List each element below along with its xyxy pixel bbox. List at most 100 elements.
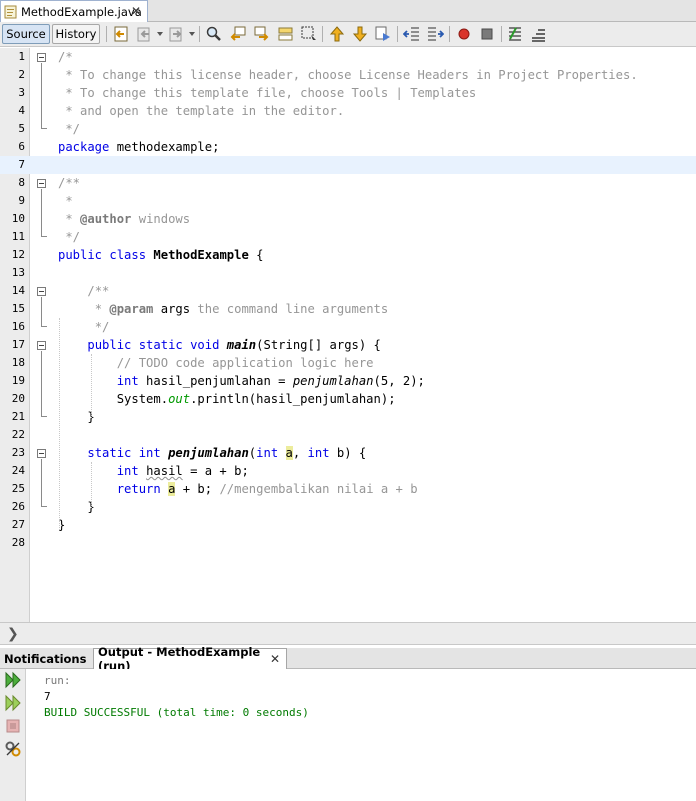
- toggle-rectangular-selection-icon[interactable]: [300, 25, 318, 43]
- editor-tab-methodexample[interactable]: MethodExample.java ✕: [0, 0, 148, 22]
- back-dropdown-icon[interactable]: [157, 32, 163, 36]
- output-settings-icon[interactable]: [4, 740, 22, 758]
- code-token: (String[] args) {: [256, 338, 381, 352]
- last-edit-icon[interactable]: [112, 25, 130, 43]
- fold-toggle-icon[interactable]: [37, 179, 46, 188]
- start-macro-recording-icon[interactable]: [455, 25, 473, 43]
- code-token: // TODO code application logic here: [116, 356, 374, 370]
- code-line[interactable]: 11 */: [0, 228, 696, 246]
- stop-icon[interactable]: [4, 717, 22, 735]
- code-line[interactable]: 28: [0, 534, 696, 552]
- code-line[interactable]: 13: [0, 264, 696, 282]
- line-number: 16: [11, 320, 25, 333]
- code-text: static int penjumlahan(int a, int b) {: [58, 444, 366, 462]
- code-line[interactable]: 19 int hasil_penjumlahan = penjumlahan(5…: [0, 372, 696, 390]
- code-line[interactable]: 23 static int penjumlahan(int a, int b) …: [0, 444, 696, 462]
- code-token: */: [58, 122, 81, 136]
- code-text: // TODO code application logic here: [58, 354, 374, 372]
- output-build-line: BUILD SUCCESSFUL (total time: 0 seconds): [44, 706, 309, 719]
- code-text: /**: [58, 282, 109, 300]
- code-line[interactable]: 10 * @author windows: [0, 210, 696, 228]
- code-line[interactable]: 7: [0, 156, 696, 174]
- forward-icon[interactable]: [168, 25, 186, 43]
- code-line[interactable]: 18 // TODO code application logic here: [0, 354, 696, 372]
- next-bookmark-icon[interactable]: [351, 25, 369, 43]
- code-line[interactable]: 4 * and open the template in the editor.: [0, 102, 696, 120]
- shift-line-left-icon[interactable]: [403, 25, 421, 43]
- code-line[interactable]: 6 package methodexample;: [0, 138, 696, 156]
- fold-toggle-icon[interactable]: [37, 53, 46, 62]
- rerun-icon[interactable]: [4, 671, 22, 689]
- code-token: out: [168, 392, 191, 406]
- code-line[interactable]: 9 *: [0, 192, 696, 210]
- code-line[interactable]: 21 }: [0, 408, 696, 426]
- source-view-button[interactable]: Source: [2, 24, 50, 44]
- code-line[interactable]: 22: [0, 426, 696, 444]
- stop-macro-recording-icon[interactable]: [478, 25, 496, 43]
- rerun-with-different-parameters-icon[interactable]: [4, 694, 22, 712]
- fold-guide: [41, 351, 42, 416]
- code-text: * and open the template in the editor.: [58, 102, 344, 120]
- code-line[interactable]: 24 int hasil = a + b;: [0, 462, 696, 480]
- code-token: hasil_penjumlahan =: [138, 374, 293, 388]
- code-text: * To change this license header, choose …: [58, 66, 637, 84]
- code-line[interactable]: 8 /**: [0, 174, 696, 192]
- code-line[interactable]: 14 /**: [0, 282, 696, 300]
- fold-toggle-icon[interactable]: [37, 341, 46, 350]
- back-icon[interactable]: [136, 25, 154, 43]
- code-line[interactable]: 1 /*: [0, 48, 696, 66]
- chevron-right-icon[interactable]: ❯: [7, 626, 19, 642]
- code-line[interactable]: 25 return a + b; //mengembalikan nilai a…: [0, 480, 696, 498]
- output-side-toolbar: [0, 669, 26, 801]
- line-number: 3: [18, 86, 25, 99]
- find-icon[interactable]: [205, 25, 223, 43]
- code-token: ,: [292, 446, 308, 460]
- forward-dropdown-icon[interactable]: [189, 32, 195, 36]
- close-tab-icon[interactable]: ✕: [131, 4, 141, 18]
- line-number: 8: [18, 176, 25, 189]
- code-line[interactable]: 26 }: [0, 498, 696, 516]
- code-line[interactable]: 5 */: [0, 120, 696, 138]
- code-token: *: [58, 194, 73, 208]
- toggle-highlight-icon[interactable]: [277, 25, 295, 43]
- code-token: args: [153, 302, 191, 316]
- code-editor[interactable]: 1 /* 2 * To change this license header, ch…: [0, 48, 696, 622]
- find-next-icon[interactable]: [253, 25, 271, 43]
- toggle-bookmark-icon[interactable]: [374, 25, 392, 43]
- code-text: int hasil = a + b;: [58, 462, 249, 480]
- code-line[interactable]: 20 System.out.println(hasil_penjumlahan)…: [0, 390, 696, 408]
- shift-line-right-icon[interactable]: [426, 25, 444, 43]
- toolbar-separator: [449, 26, 450, 42]
- code-line[interactable]: 12 public class MethodExample {: [0, 246, 696, 264]
- fold-toggle-icon[interactable]: [37, 287, 46, 296]
- tab-notifications[interactable]: Notifications: [0, 648, 92, 669]
- fold-guide: [41, 189, 42, 236]
- code-token: */: [58, 230, 81, 244]
- fold-guide: [41, 63, 42, 128]
- line-number: 23: [11, 446, 25, 459]
- output-console[interactable]: run: 7 BUILD SUCCESSFUL (total time: 0 s…: [27, 669, 696, 801]
- line-number: 1: [18, 50, 25, 63]
- previous-bookmark-icon[interactable]: [328, 25, 346, 43]
- code-line[interactable]: 15 * @param args the command line argume…: [0, 300, 696, 318]
- code-text: System.out.println(hasil_penjumlahan);: [58, 390, 396, 408]
- code-line[interactable]: 2 * To change this license header, choos…: [0, 66, 696, 84]
- tab-output[interactable]: Output - MethodExample (run) ✕: [93, 645, 287, 673]
- uncomment-icon[interactable]: [530, 25, 548, 43]
- comment-icon[interactable]: [507, 25, 525, 43]
- code-token: /**: [58, 176, 81, 190]
- code-token: a: [285, 446, 293, 460]
- code-line[interactable]: 17 public static void main(String[] args…: [0, 336, 696, 354]
- code-text: * @author windows: [58, 210, 190, 228]
- indent-guide: [91, 354, 92, 418]
- history-view-button[interactable]: History: [52, 24, 100, 44]
- fold-toggle-icon[interactable]: [37, 449, 46, 458]
- close-tab-icon[interactable]: ✕: [270, 652, 280, 666]
- find-previous-icon[interactable]: [229, 25, 247, 43]
- fold-guide: [41, 506, 47, 507]
- code-line[interactable]: 16 */: [0, 318, 696, 336]
- code-line[interactable]: 27}: [0, 516, 696, 534]
- code-line[interactable]: 3 * To change this template file, choose…: [0, 84, 696, 102]
- line-number: 15: [11, 302, 25, 315]
